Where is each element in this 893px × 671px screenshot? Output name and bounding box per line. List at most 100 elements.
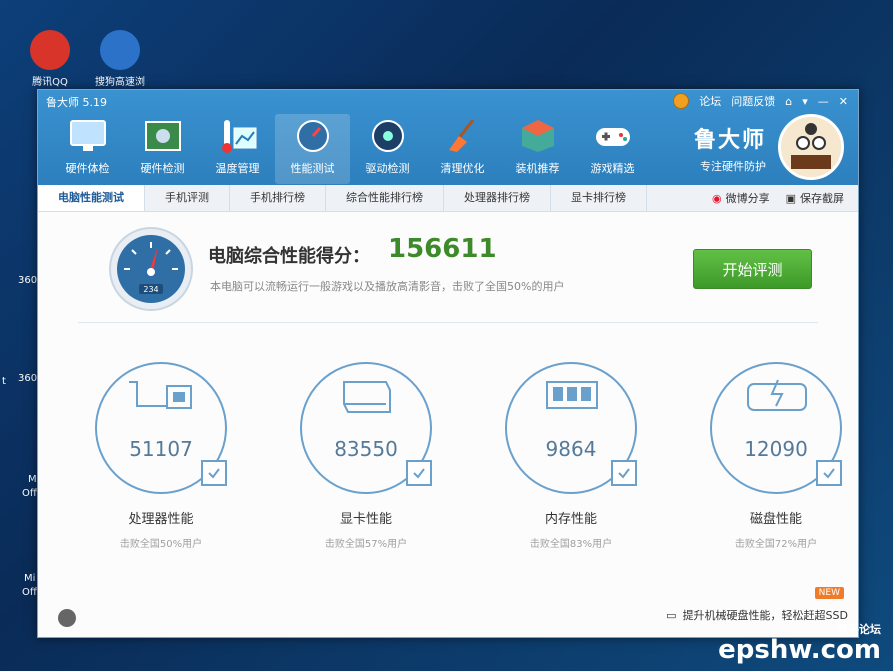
sub-tab-bar: 电脑性能测试 手机评测 手机排行榜 综合性能排行榜 处理器排行榜 显卡排行榜 ◉… (38, 185, 858, 212)
save-screenshot-label: 保存截屏 (800, 192, 844, 205)
monitor-icon (66, 116, 110, 156)
close-icon[interactable]: ✕ (839, 95, 848, 108)
tool-hardware-check[interactable]: 硬件体检 (50, 114, 125, 184)
thermometer-icon (216, 116, 260, 156)
start-test-button[interactable]: 开始评测 (693, 249, 812, 289)
score-title: 电脑综合性能得分： (208, 246, 370, 267)
desktop-edge-label: t (2, 376, 6, 387)
medal-icon[interactable] (673, 93, 690, 109)
tool-temperature[interactable]: 温度管理 (200, 114, 275, 184)
metric-label: 显卡性能 (339, 512, 392, 527)
cube-icon (516, 116, 560, 156)
subtab-phone-ranking[interactable]: 手机排行榜 (230, 185, 326, 211)
subtab-pc-test[interactable]: 电脑性能测试 (38, 185, 145, 211)
metric-label: 处理器性能 (128, 512, 194, 527)
metric-desc: 击败全国83%用户 (529, 539, 613, 550)
subtab-cpu-ranking[interactable]: 处理器排行榜 (444, 185, 551, 211)
metric-gpu[interactable]: 83550 显卡性能 击败全国57%用户 (281, 362, 451, 550)
weibo-icon: ◉ (711, 191, 722, 205)
performance-panel: 234 电脑综合性能得分： 156611 本电脑可以流畅运行一般游戏以及播放高清… (38, 212, 858, 637)
watermark-sub: 恩平论坛 (837, 623, 881, 636)
desktop-edge-label: 360 (18, 373, 38, 384)
memory-chip-icon (546, 381, 598, 409)
tool-label: 游戏精选 (590, 162, 635, 175)
sub-actions: ◉ 微博分享 ▣ 保存截屏 (712, 185, 844, 211)
score-description: 本电脑可以流畅运行一般游戏以及播放高清影音，击败了全国50%的用户 (210, 280, 565, 293)
desktop-icon-sogou[interactable]: 搜狗高速浏 (90, 30, 150, 88)
ludashi-window: 鲁大师 5.19 论坛 问题反馈 ⌂ ▾ — ✕ 硬件体检 硬件检测 温度管理 … (37, 89, 859, 638)
menu-icon[interactable]: ▾ (802, 95, 808, 108)
promo-text: 提升机械硬盘性能，轻松赶超SSD (682, 609, 848, 622)
site-watermark: 恩平论坛 epshw.com (718, 623, 881, 665)
checkmark-icon (611, 460, 637, 486)
tool-label: 性能测试 (290, 162, 335, 175)
tool-label: 硬件体检 (65, 162, 110, 175)
tool-label: 清理优化 (440, 162, 485, 175)
camera-icon: ▣ (785, 191, 796, 205)
main-toolbar: 硬件体检 硬件检测 温度管理 性能测试 驱动检测 清理优化 装机推荐 游戏精选 (50, 114, 650, 184)
metric-desc: 击败全国50%用户 (119, 539, 203, 550)
weibo-share-button[interactable]: ◉ 微博分享 (712, 190, 770, 206)
divider (78, 322, 818, 323)
subtab-phone-test[interactable]: 手机评测 (145, 185, 230, 211)
feedback-bubble-icon[interactable] (58, 609, 76, 627)
score-value: 156611 (388, 234, 497, 264)
brand: 鲁大师 专注硬件防护 (694, 122, 766, 174)
desktop-edge-label: Mi (24, 573, 36, 584)
score-gauge-icon: 234 (108, 226, 194, 312)
metric-value: 83550 (334, 437, 398, 461)
metric-value: 9864 (545, 437, 597, 461)
ludashi-mascot-avatar[interactable] (778, 114, 844, 180)
cpu-monitor-icon (129, 381, 192, 409)
desktop-icon-label: 搜狗高速浏 (95, 77, 145, 88)
metric-desc: 击败全国72%用户 (734, 539, 818, 550)
metric-memory[interactable]: 9864 内存性能 击败全国83%用户 (486, 362, 656, 550)
tool-label: 温度管理 (215, 162, 260, 175)
forum-link[interactable]: 论坛 (699, 93, 721, 109)
qq-icon (30, 30, 70, 70)
metric-label: 内存性能 (544, 512, 597, 527)
tool-driver[interactable]: 驱动检测 (350, 114, 425, 184)
feedback-link[interactable]: 问题反馈 (731, 93, 775, 109)
skin-icon[interactable]: ⌂ (785, 95, 792, 108)
window-controls: 论坛 问题反馈 ⌂ ▾ — ✕ (673, 93, 848, 109)
gauge-reading: 234 (143, 285, 158, 294)
tool-hardware-detect[interactable]: 硬件检测 (125, 114, 200, 184)
desktop-icon-qq[interactable]: 腾讯QQ (20, 30, 80, 88)
brand-slogan: 专注硬件防护 (700, 160, 766, 173)
ssd-promo-link[interactable]: ▭ 提升机械硬盘性能，轻松赶超SSD (666, 607, 848, 623)
graphics-card-icon (343, 381, 391, 413)
tool-clean[interactable]: 清理优化 (425, 114, 500, 184)
metric-ring: 12090 (710, 362, 842, 494)
subtab-overall-ranking[interactable]: 综合性能排行榜 (326, 185, 444, 211)
subtab-gpu-ranking[interactable]: 显卡排行榜 (551, 185, 647, 211)
metric-value: 12090 (744, 437, 808, 461)
tool-label: 硬件检测 (140, 162, 185, 175)
window-title: 鲁大师 5.19 (46, 96, 107, 109)
disk-icon (747, 379, 807, 411)
disk-small-icon: ▭ (666, 608, 677, 622)
broom-icon (441, 116, 485, 156)
metric-ring: 9864 (505, 362, 637, 494)
drive-icon (366, 116, 410, 156)
watermark-text: epshw.com (718, 635, 881, 665)
save-screenshot-button[interactable]: ▣ 保存截屏 (786, 190, 844, 206)
checkmark-icon (406, 460, 432, 486)
checkmark-icon (201, 460, 227, 486)
metric-value: 51107 (129, 437, 193, 461)
tool-label: 装机推荐 (515, 162, 560, 175)
gauge-icon (291, 116, 335, 156)
gamepad-icon (591, 116, 635, 156)
metric-disk[interactable]: 12090 磁盘性能 击败全国72%用户 (691, 362, 858, 550)
tool-label: 驱动检测 (365, 162, 410, 175)
metric-cpu[interactable]: 51107 处理器性能 击败全国50%用户 (76, 362, 246, 550)
desktop-edge-label: 360 (18, 275, 38, 286)
board-icon (141, 116, 185, 156)
metric-ring: 51107 (95, 362, 227, 494)
metric-ring: 83550 (300, 362, 432, 494)
metric-label: 磁盘性能 (749, 512, 802, 527)
minimize-icon[interactable]: — (818, 95, 829, 108)
tool-recommend[interactable]: 装机推荐 (500, 114, 575, 184)
tool-games[interactable]: 游戏精选 (575, 114, 650, 184)
tool-performance[interactable]: 性能测试 (275, 114, 350, 184)
